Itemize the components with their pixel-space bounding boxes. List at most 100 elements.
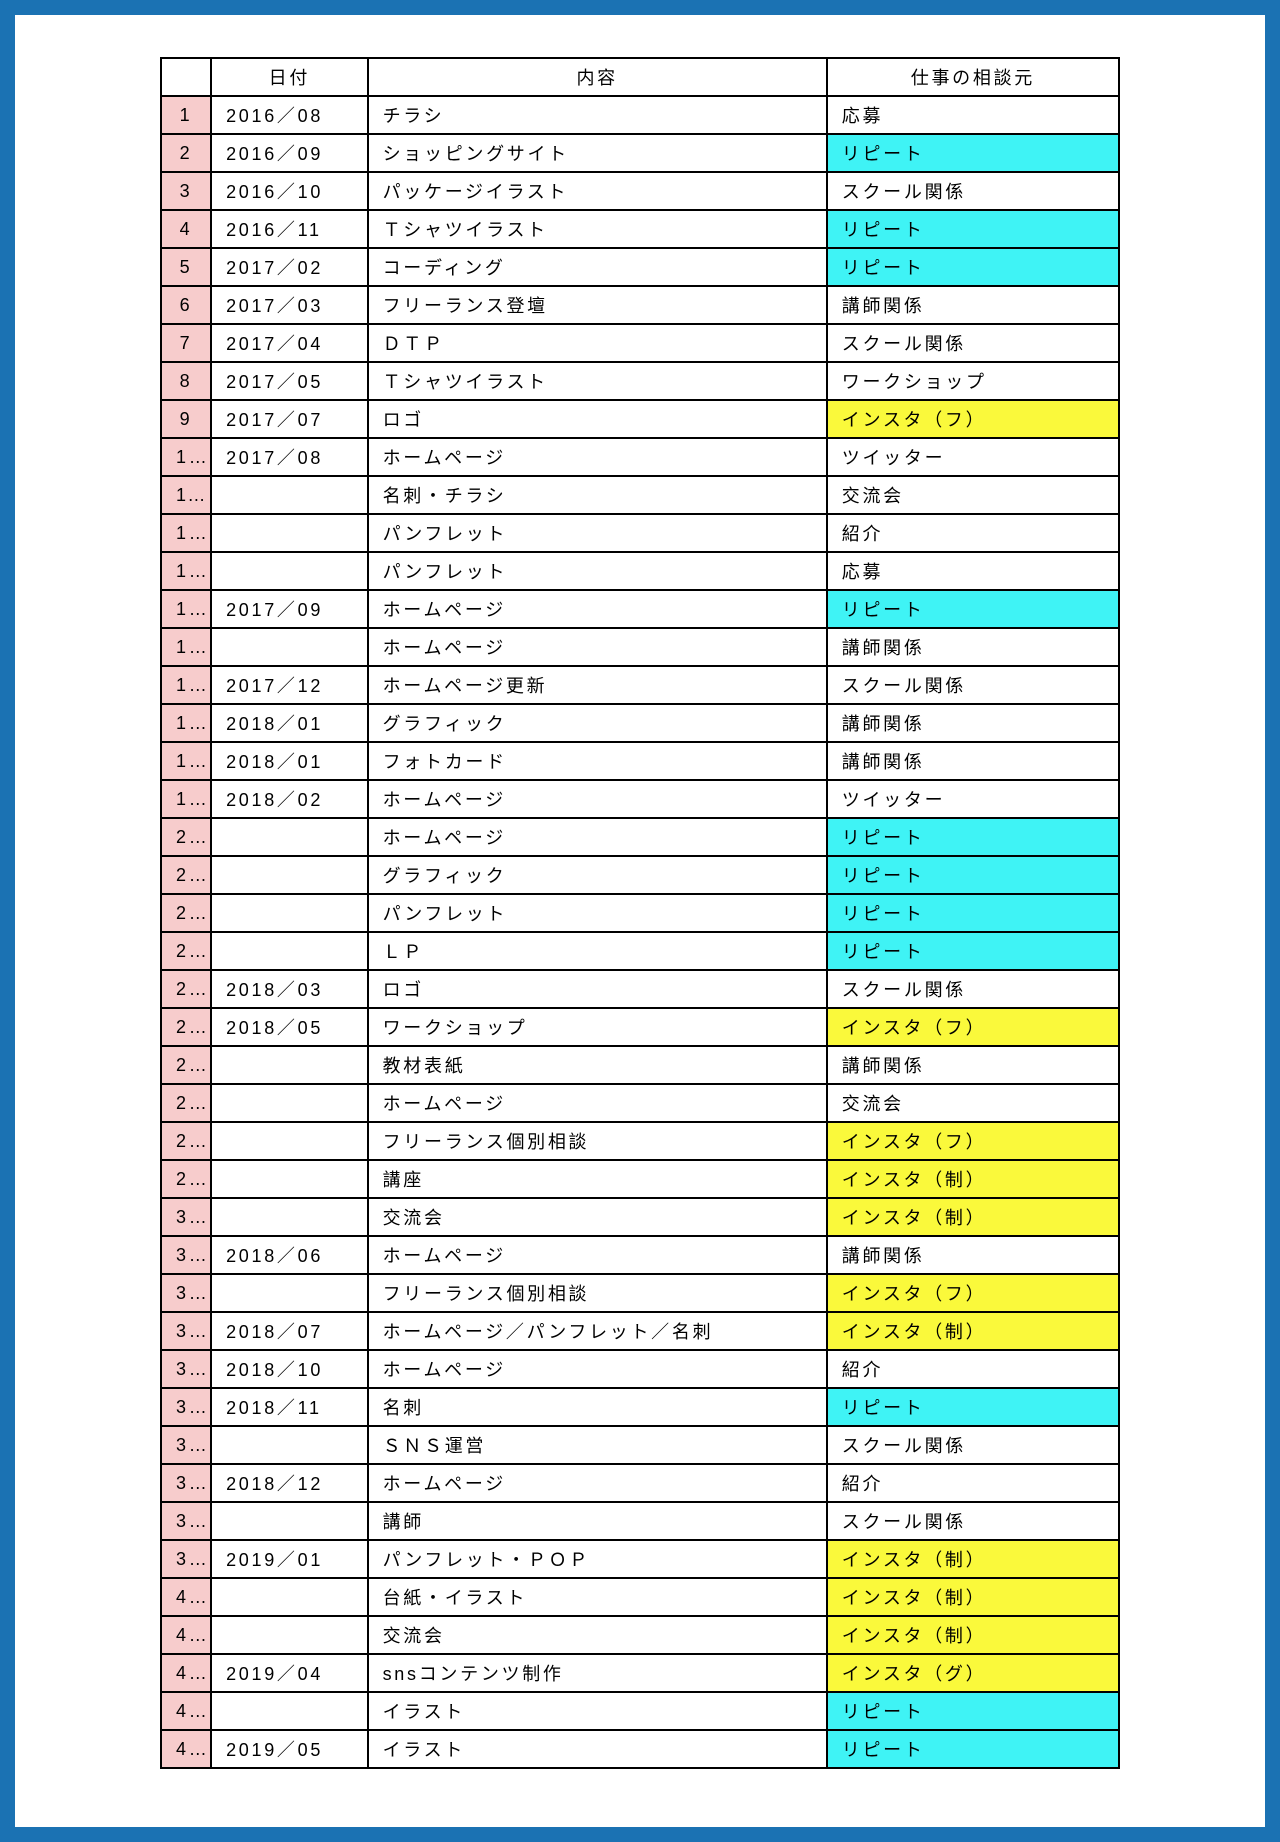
row-content: フリーランス個別相談	[368, 1274, 827, 1312]
row-date	[211, 1502, 368, 1540]
row-number: 35	[161, 1388, 211, 1426]
row-number: 14	[161, 590, 211, 628]
table-header-row: 日付 内容 仕事の相談元	[161, 58, 1119, 96]
row-date	[211, 1578, 368, 1616]
row-number: 5	[161, 248, 211, 286]
table-row: 12016／08チラシ応募	[161, 96, 1119, 134]
row-number: 16	[161, 666, 211, 704]
row-source: 交流会	[827, 476, 1119, 514]
table-row: 252018／05ワークショップインスタ（フ）	[161, 1008, 1119, 1046]
row-number: 36	[161, 1426, 211, 1464]
row-source: リピート	[827, 894, 1119, 932]
table-row: 422019／04snsコンテンツ制作インスタ（グ）	[161, 1654, 1119, 1692]
row-number: 42	[161, 1654, 211, 1692]
row-date	[211, 1160, 368, 1198]
row-content: ロゴ	[368, 970, 827, 1008]
row-source: インスタ（フ）	[827, 1008, 1119, 1046]
row-date: 2017／04	[211, 324, 368, 362]
row-source: インスタ（制）	[827, 1616, 1119, 1654]
row-date: 2017／09	[211, 590, 368, 628]
row-number: 2	[161, 134, 211, 172]
row-number: 17	[161, 704, 211, 742]
row-number: 31	[161, 1236, 211, 1274]
row-source: インスタ（フ）	[827, 1274, 1119, 1312]
row-content: ホームページ	[368, 438, 827, 476]
row-content: 交流会	[368, 1616, 827, 1654]
row-date: 2018／01	[211, 742, 368, 780]
table-row: 92017／07ロゴインスタ（フ）	[161, 400, 1119, 438]
row-content: ホームページ	[368, 1236, 827, 1274]
row-content: イラスト	[368, 1692, 827, 1730]
table-row: 372018／12ホームページ紹介	[161, 1464, 1119, 1502]
row-date: 2018／06	[211, 1236, 368, 1274]
row-number: 18	[161, 742, 211, 780]
row-content: ホームページ	[368, 1084, 827, 1122]
row-number: 13	[161, 552, 211, 590]
table-row: 62017／03フリーランス登壇講師関係	[161, 286, 1119, 324]
table-row: 38講師スクール関係	[161, 1502, 1119, 1540]
row-date: 2018／01	[211, 704, 368, 742]
row-content: Ｔシャツイラスト	[368, 362, 827, 400]
row-date	[211, 818, 368, 856]
row-number: 12	[161, 514, 211, 552]
row-number: 20	[161, 818, 211, 856]
row-number: 30	[161, 1198, 211, 1236]
row-date	[211, 932, 368, 970]
table-row: 32フリーランス個別相談インスタ（フ）	[161, 1274, 1119, 1312]
table-row: 36ＳＮＳ運営スクール関係	[161, 1426, 1119, 1464]
row-source: リピート	[827, 932, 1119, 970]
row-content: ホームページ	[368, 780, 827, 818]
table-row: 30交流会インスタ（制）	[161, 1198, 1119, 1236]
row-date: 2017／12	[211, 666, 368, 704]
row-date: 2019／05	[211, 1730, 368, 1768]
table-row: 392019／01パンフレット・ＰＯＰインスタ（制）	[161, 1540, 1119, 1578]
row-number: 6	[161, 286, 211, 324]
row-content: コーディング	[368, 248, 827, 286]
row-number: 33	[161, 1312, 211, 1350]
row-date	[211, 1426, 368, 1464]
row-date	[211, 1616, 368, 1654]
table-row: 82017／05Ｔシャツイラストワークショップ	[161, 362, 1119, 400]
row-content: 教材表紙	[368, 1046, 827, 1084]
row-number: 34	[161, 1350, 211, 1388]
row-source: ツイッター	[827, 780, 1119, 818]
row-content: ホームページ	[368, 590, 827, 628]
table-row: 352018／11名刺リピート	[161, 1388, 1119, 1426]
table-row: 332018／07ホームページ／パンフレット／名刺インスタ（制）	[161, 1312, 1119, 1350]
row-number: 41	[161, 1616, 211, 1654]
table-row: 15ホームページ講師関係	[161, 628, 1119, 666]
row-date: 2017／05	[211, 362, 368, 400]
table-row: 172018／01グラフィック講師関係	[161, 704, 1119, 742]
row-date: 2018／10	[211, 1350, 368, 1388]
row-source: インスタ（フ）	[827, 400, 1119, 438]
row-date	[211, 476, 368, 514]
row-number: 39	[161, 1540, 211, 1578]
table-row: 162017／12ホームページ更新スクール関係	[161, 666, 1119, 704]
row-content: パンフレット	[368, 894, 827, 932]
header-blank	[161, 58, 211, 96]
table-row: 21グラフィックリピート	[161, 856, 1119, 894]
row-source: 講師関係	[827, 704, 1119, 742]
table-row: 27ホームページ交流会	[161, 1084, 1119, 1122]
row-source: インスタ（グ）	[827, 1654, 1119, 1692]
row-number: 9	[161, 400, 211, 438]
table-row: 12パンフレット紹介	[161, 514, 1119, 552]
row-content: ホームページ	[368, 628, 827, 666]
row-date: 2017／07	[211, 400, 368, 438]
row-content: パンフレット・ＰＯＰ	[368, 1540, 827, 1578]
row-content: チラシ	[368, 96, 827, 134]
row-source: ツイッター	[827, 438, 1119, 476]
row-date: 2019／01	[211, 1540, 368, 1578]
row-content: パンフレット	[368, 514, 827, 552]
row-content: グラフィック	[368, 704, 827, 742]
row-number: 38	[161, 1502, 211, 1540]
row-source: インスタ（制）	[827, 1160, 1119, 1198]
row-source: 応募	[827, 96, 1119, 134]
row-number: 4	[161, 210, 211, 248]
row-number: 44	[161, 1730, 211, 1768]
row-content: ＬＰ	[368, 932, 827, 970]
row-content: グラフィック	[368, 856, 827, 894]
row-number: 24	[161, 970, 211, 1008]
row-date: 2016／10	[211, 172, 368, 210]
row-content: 名刺	[368, 1388, 827, 1426]
